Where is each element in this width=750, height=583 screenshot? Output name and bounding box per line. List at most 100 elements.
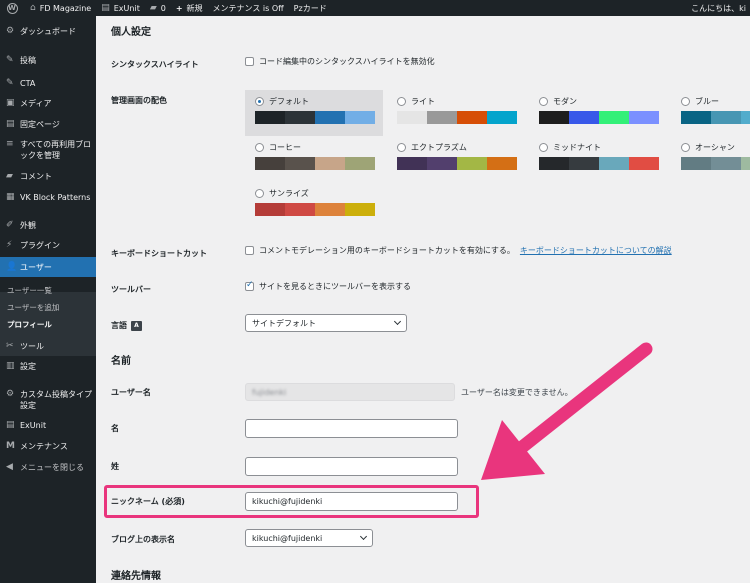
scheme-swatch — [711, 157, 741, 170]
plugin-icon: ⚡ — [6, 240, 13, 250]
scheme-swatches — [255, 157, 375, 170]
account-menu[interactable]: こんにちは、ki — [691, 0, 746, 16]
media-icon: ▣ — [6, 98, 15, 108]
sidebar-collapse-menu[interactable]: ◀ メニューを閉じる — [0, 462, 96, 473]
lastname-field[interactable] — [245, 457, 458, 476]
submenu-item-add-user[interactable]: ユーザーを追加 — [7, 302, 59, 313]
scheme-name: オーシャン — [695, 143, 735, 152]
color-scheme-coffee[interactable]: コーヒー — [245, 136, 383, 182]
color-scheme-default[interactable]: デフォルト — [245, 90, 383, 136]
scheme-radio[interactable] — [681, 143, 690, 152]
display-name-label: ブログ上の表示名 — [111, 535, 175, 544]
scheme-name: サンライズ — [269, 189, 309, 198]
language-select[interactable]: サイトデフォルト — [245, 314, 407, 332]
section-title-name: 名前 — [111, 356, 131, 367]
sidebar-item-cta[interactable]: ✎ CTA — [0, 78, 96, 89]
sidebar-item-plugins[interactable]: ⚡ プラグイン — [0, 240, 96, 251]
syntax-highlight-option[interactable]: コード編集中のシンタックスハイライトを無効化 — [245, 56, 435, 67]
scheme-swatch — [427, 111, 457, 124]
color-scheme-ocean[interactable]: オーシャン — [671, 136, 750, 182]
pz-label: Pzカード — [293, 3, 327, 13]
lastname-label: 姓 — [111, 462, 119, 471]
scheme-swatch — [315, 203, 345, 216]
keyboard-shortcuts-option[interactable]: コメントモデレーション用のキーボードショートカットを有効にする。 キーボードショ… — [245, 245, 672, 256]
scheme-swatch — [315, 157, 345, 170]
sidebar-item-pages[interactable]: ▤ 固定ページ — [0, 119, 96, 130]
sidebar-item-appearance[interactable]: ✐ 外観 — [0, 220, 96, 231]
scheme-swatch — [681, 111, 711, 124]
admin-bar: W ⌂ FD Magazine ▤ ExUnit ▰ 0 + 新規 メンテナンス… — [0, 0, 750, 16]
wordpress-logo-icon[interactable]: W — [0, 0, 24, 16]
appearance-icon: ✐ — [6, 220, 14, 230]
color-scheme-ectoplasm[interactable]: エクトプラズム — [387, 136, 525, 182]
firstname-field[interactable] — [245, 419, 458, 438]
sidebar-item-label: ツール — [20, 342, 44, 351]
sidebar-item-vk-block-patterns[interactable]: ▦ VK Block Patterns — [0, 192, 96, 203]
color-scheme-midnight[interactable]: ミッドナイト — [529, 136, 667, 182]
sidebar-item-custom-post-types[interactable]: ⚙ カスタム投稿タイプ設定 — [0, 389, 96, 411]
sidebar-item-label: 固定ページ — [20, 120, 60, 129]
color-scheme-sunrise[interactable]: サンライズ — [245, 182, 383, 228]
scheme-radio[interactable] — [397, 143, 406, 152]
maintenance-link[interactable]: メンテナンス is Off — [213, 3, 284, 14]
scheme-radio[interactable] — [255, 189, 264, 198]
sidebar-item-settings[interactable]: ▥ 設定 — [0, 361, 96, 372]
submenu-item-profile[interactable]: プロフィール — [7, 319, 52, 330]
color-scheme-blue[interactable]: ブルー — [671, 90, 750, 136]
scheme-name: デフォルト — [269, 97, 309, 106]
comments-link[interactable]: ▰ 0 — [150, 3, 166, 13]
keyboard-shortcuts-checkbox[interactable] — [245, 246, 254, 255]
new-content-link[interactable]: + 新規 — [176, 3, 203, 14]
display-name-select[interactable]: kikuchi@fujidenki — [245, 529, 373, 547]
sidebar-item-maintenance[interactable]: M メンテナンス — [0, 441, 96, 452]
scheme-name: ミッドナイト — [553, 143, 601, 152]
comment-icon: ▰ — [6, 171, 13, 181]
scheme-swatches — [539, 111, 659, 124]
syntax-highlight-text: コード編集中のシンタックスハイライトを無効化 — [259, 57, 435, 66]
exunit-link[interactable]: ▤ ExUnit — [101, 3, 140, 13]
toolbar-option[interactable]: サイトを見るときにツールバーを表示する — [245, 280, 411, 292]
sidebar-item-tools[interactable]: ✂ ツール — [0, 341, 96, 352]
site-name-link[interactable]: ⌂ FD Magazine — [30, 3, 91, 13]
scheme-radio[interactable] — [539, 97, 548, 106]
sidebar-item-label: メニューを閉じる — [20, 463, 84, 472]
scheme-radio[interactable] — [681, 97, 690, 106]
scheme-swatch — [487, 157, 517, 170]
scheme-swatches — [255, 111, 375, 124]
maintenance-icon: M — [6, 441, 15, 451]
toolbar-checkbox[interactable] — [245, 280, 254, 291]
scheme-radio[interactable] — [255, 97, 264, 106]
patterns-icon: ▦ — [6, 192, 15, 202]
scheme-swatches — [397, 111, 517, 124]
scheme-swatch — [315, 111, 345, 124]
color-scheme-label: 管理画面の配色 — [111, 96, 167, 105]
sidebar-item-comments[interactable]: ▰ コメント — [0, 171, 96, 182]
sidebar-item-media[interactable]: ▣ メディア — [0, 98, 96, 109]
translation-icon: A — [131, 320, 142, 331]
username-field: fujidenki — [245, 383, 455, 401]
sidebar-item-dashboard[interactable]: ⚙ ダッシュボード — [0, 26, 96, 37]
settings-icon: ▥ — [6, 361, 15, 371]
comments-count: 0 — [160, 3, 166, 13]
scheme-swatch — [345, 111, 375, 124]
sidebar-item-label: ダッシュボード — [20, 27, 76, 36]
sidebar-item-exunit[interactable]: ▤ ExUnit — [0, 420, 96, 431]
sidebar-item-label: プラグイン — [20, 241, 60, 250]
keyboard-shortcuts-help-link[interactable]: キーボードショートカットについての解説 — [520, 245, 672, 256]
sidebar-item-label: カスタム投稿タイプ設定 — [20, 390, 92, 410]
cpt-icon: ⚙ — [6, 389, 15, 399]
pz-card-link[interactable]: Pzカード — [294, 3, 327, 14]
sidebar-item-reusable-blocks[interactable]: ≡ すべての再利用ブロックを管理 — [0, 139, 96, 161]
scheme-swatch — [345, 203, 375, 216]
scheme-name: エクトプラズム — [411, 143, 467, 152]
submenu-item-all-users[interactable]: ユーザー一覧 — [7, 285, 52, 296]
sidebar-item-users[interactable]: 👤 ユーザー — [0, 257, 96, 277]
scheme-radio[interactable] — [539, 143, 548, 152]
color-scheme-light[interactable]: ライト — [387, 90, 525, 136]
sidebar-item-posts[interactable]: ✎ 投稿 — [0, 55, 96, 66]
section-title-personal: 個人設定 — [111, 27, 151, 38]
scheme-radio[interactable] — [255, 143, 264, 152]
color-scheme-modern[interactable]: モダン — [529, 90, 667, 136]
scheme-radio[interactable] — [397, 97, 406, 106]
syntax-highlight-checkbox[interactable] — [245, 57, 254, 66]
